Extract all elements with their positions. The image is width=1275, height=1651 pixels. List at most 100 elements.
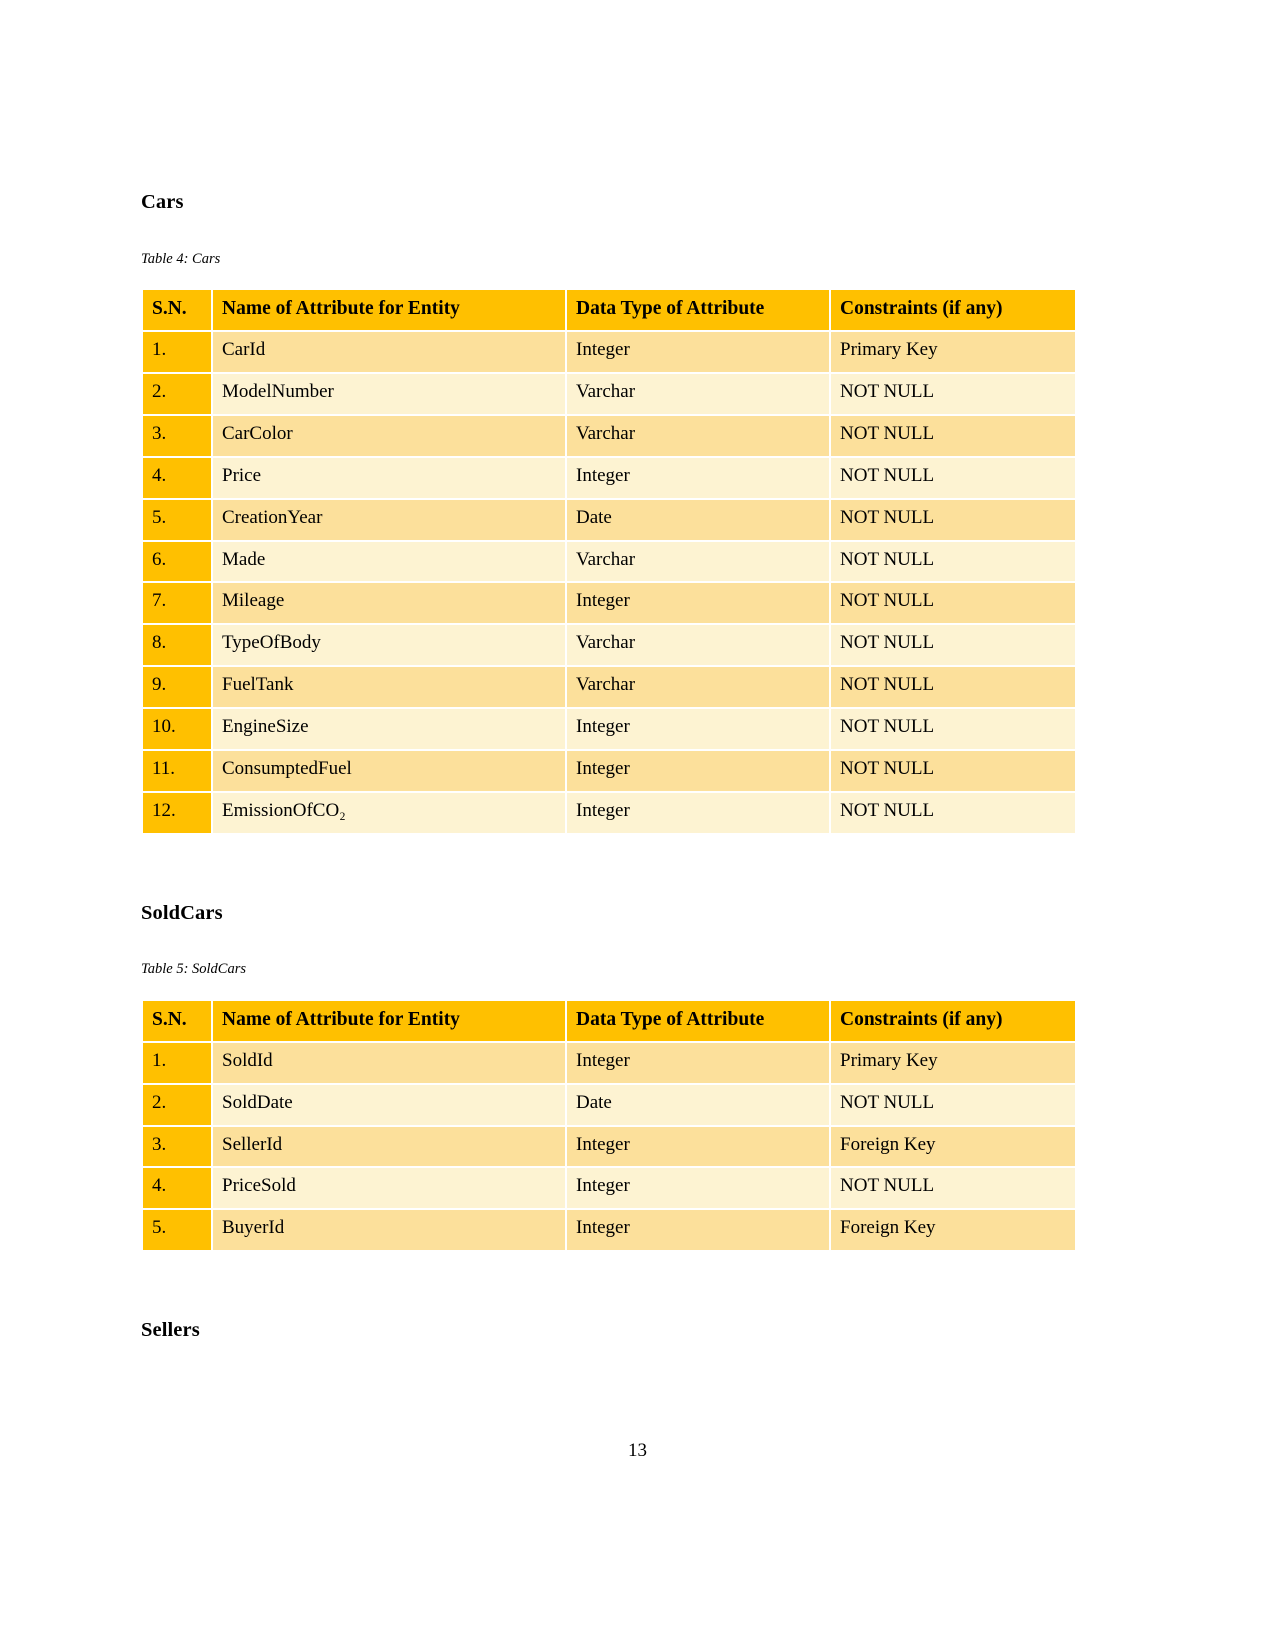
cell-type: Integer [567, 1042, 829, 1083]
cell-sn: 6. [143, 541, 211, 582]
cell-type: Integer [567, 792, 829, 833]
cell-constraints: NOT NULL [831, 583, 1075, 624]
cell-name: SellerId [213, 1126, 565, 1167]
cell-name: SoldDate [213, 1084, 565, 1125]
table-row: 11. ConsumptedFuel Integer NOT NULL [143, 750, 1075, 791]
cell-sn: 7. [143, 583, 211, 624]
cell-constraints: Foreign Key [831, 1126, 1075, 1167]
column-header-constraints: Constraints (if any) [831, 289, 1075, 331]
cell-constraints: NOT NULL [831, 374, 1075, 415]
column-header-type: Data Type of Attribute [567, 1000, 829, 1041]
cell-name: ModelNumber [213, 374, 565, 415]
cell-sn: 1. [143, 1042, 211, 1083]
cell-constraints: NOT NULL [831, 625, 1075, 666]
table-row: 5. CreationYear Date NOT NULL [143, 499, 1075, 540]
cell-type: Varchar [567, 374, 829, 415]
cell-name: TypeOfBody [213, 625, 565, 666]
cell-sn: 3. [143, 1126, 211, 1167]
cell-type: Integer [567, 1168, 829, 1209]
table-row: 1. CarId Integer Primary Key [143, 332, 1075, 373]
cell-sn: 3. [143, 416, 211, 456]
cell-sn: 9. [143, 667, 211, 707]
table-row: 1. SoldId Integer Primary Key [143, 1042, 1075, 1083]
cell-constraints: NOT NULL [831, 667, 1075, 707]
cell-constraints: Primary Key [831, 1042, 1075, 1083]
attributes-table-cars: S.N. Name of Attribute for Entity Data T… [141, 288, 1077, 835]
table-body-soldcars: 1. SoldId Integer Primary Key 2. SoldDat… [143, 1042, 1075, 1251]
cell-name: EmissionOfCO₂ [213, 792, 565, 833]
cell-constraints: NOT NULL [831, 792, 1075, 833]
cell-name: PriceSold [213, 1168, 565, 1209]
column-header-type: Data Type of Attribute [567, 289, 829, 331]
column-header-name: Name of Attribute for Entity [213, 1000, 565, 1041]
table-header-row: S.N. Name of Attribute for Entity Data T… [143, 1000, 1075, 1041]
section-heading-sellers: Sellers [141, 1319, 200, 1342]
cell-constraints: Primary Key [831, 332, 1075, 373]
cell-sn: 2. [143, 374, 211, 415]
cell-constraints: NOT NULL [831, 499, 1075, 540]
table-body-cars: 1. CarId Integer Primary Key 2. ModelNum… [143, 332, 1075, 833]
cell-sn: 10. [143, 709, 211, 749]
column-header-sn: S.N. [143, 289, 211, 331]
cell-sn: 4. [143, 1168, 211, 1209]
table-row: 5. BuyerId Integer Foreign Key [143, 1210, 1075, 1251]
attributes-table-soldcars: S.N. Name of Attribute for Entity Data T… [141, 999, 1077, 1253]
cell-type: Integer [567, 457, 829, 498]
table-caption-cars: Table 4: Cars [141, 250, 221, 267]
table-row: 4. PriceSold Integer NOT NULL [143, 1168, 1075, 1209]
column-header-sn: S.N. [143, 1000, 211, 1041]
table-row: 4. Price Integer NOT NULL [143, 457, 1075, 498]
cell-name: CreationYear [213, 499, 565, 540]
cell-type: Integer [567, 332, 829, 373]
cell-type: Integer [567, 1210, 829, 1251]
cell-type: Varchar [567, 667, 829, 707]
cell-name: BuyerId [213, 1210, 565, 1251]
cell-sn: 4. [143, 457, 211, 498]
table-row: 2. ModelNumber Varchar NOT NULL [143, 374, 1075, 415]
cell-type: Integer [567, 750, 829, 791]
cell-sn: 5. [143, 1210, 211, 1251]
cell-constraints: NOT NULL [831, 1084, 1075, 1125]
cell-type: Varchar [567, 625, 829, 666]
cell-sn: 12. [143, 792, 211, 833]
cell-name: CarColor [213, 416, 565, 456]
table-row: 10. EngineSize Integer NOT NULL [143, 709, 1075, 749]
cell-constraints: NOT NULL [831, 709, 1075, 749]
cell-name: CarId [213, 332, 565, 373]
column-header-constraints: Constraints (if any) [831, 1000, 1075, 1041]
cell-type: Varchar [567, 541, 829, 582]
cell-type: Integer [567, 1126, 829, 1167]
cell-sn: 2. [143, 1084, 211, 1125]
cell-type: Integer [567, 583, 829, 624]
cell-name: Made [213, 541, 565, 582]
table-row: 7. Mileage Integer NOT NULL [143, 583, 1075, 624]
cell-name: Mileage [213, 583, 565, 624]
section-heading-soldcars: SoldCars [141, 901, 223, 924]
cell-sn: 1. [143, 332, 211, 373]
cell-name: EngineSize [213, 709, 565, 749]
cell-type: Date [567, 499, 829, 540]
section-heading-cars: Cars [141, 191, 184, 213]
document-content: Cars Table 4: Cars S.N. Name of Attribut… [141, 190, 1075, 1343]
document-page: Cars Table 4: Cars S.N. Name of Attribut… [0, 0, 1275, 1651]
table-row: 2. SoldDate Date NOT NULL [143, 1084, 1075, 1125]
cell-constraints: NOT NULL [831, 457, 1075, 498]
table-row: 3. CarColor Varchar NOT NULL [143, 416, 1075, 456]
table-row: 3. SellerId Integer Foreign Key [143, 1126, 1075, 1167]
cell-sn: 5. [143, 499, 211, 540]
page-number: 13 [628, 1440, 647, 1461]
cell-constraints: NOT NULL [831, 750, 1075, 791]
cell-type: Integer [567, 709, 829, 749]
table-header-row: S.N. Name of Attribute for Entity Data T… [143, 289, 1075, 331]
table-row: 9. FuelTank Varchar NOT NULL [143, 667, 1075, 707]
cell-type: Varchar [567, 416, 829, 456]
cell-constraints: NOT NULL [831, 541, 1075, 582]
cell-name: Price [213, 457, 565, 498]
column-header-name: Name of Attribute for Entity [213, 289, 565, 331]
cell-constraints: Foreign Key [831, 1210, 1075, 1251]
table-row: 12. EmissionOfCO₂ Integer NOT NULL [143, 792, 1075, 833]
cell-constraints: NOT NULL [831, 416, 1075, 456]
cell-type: Date [567, 1084, 829, 1125]
